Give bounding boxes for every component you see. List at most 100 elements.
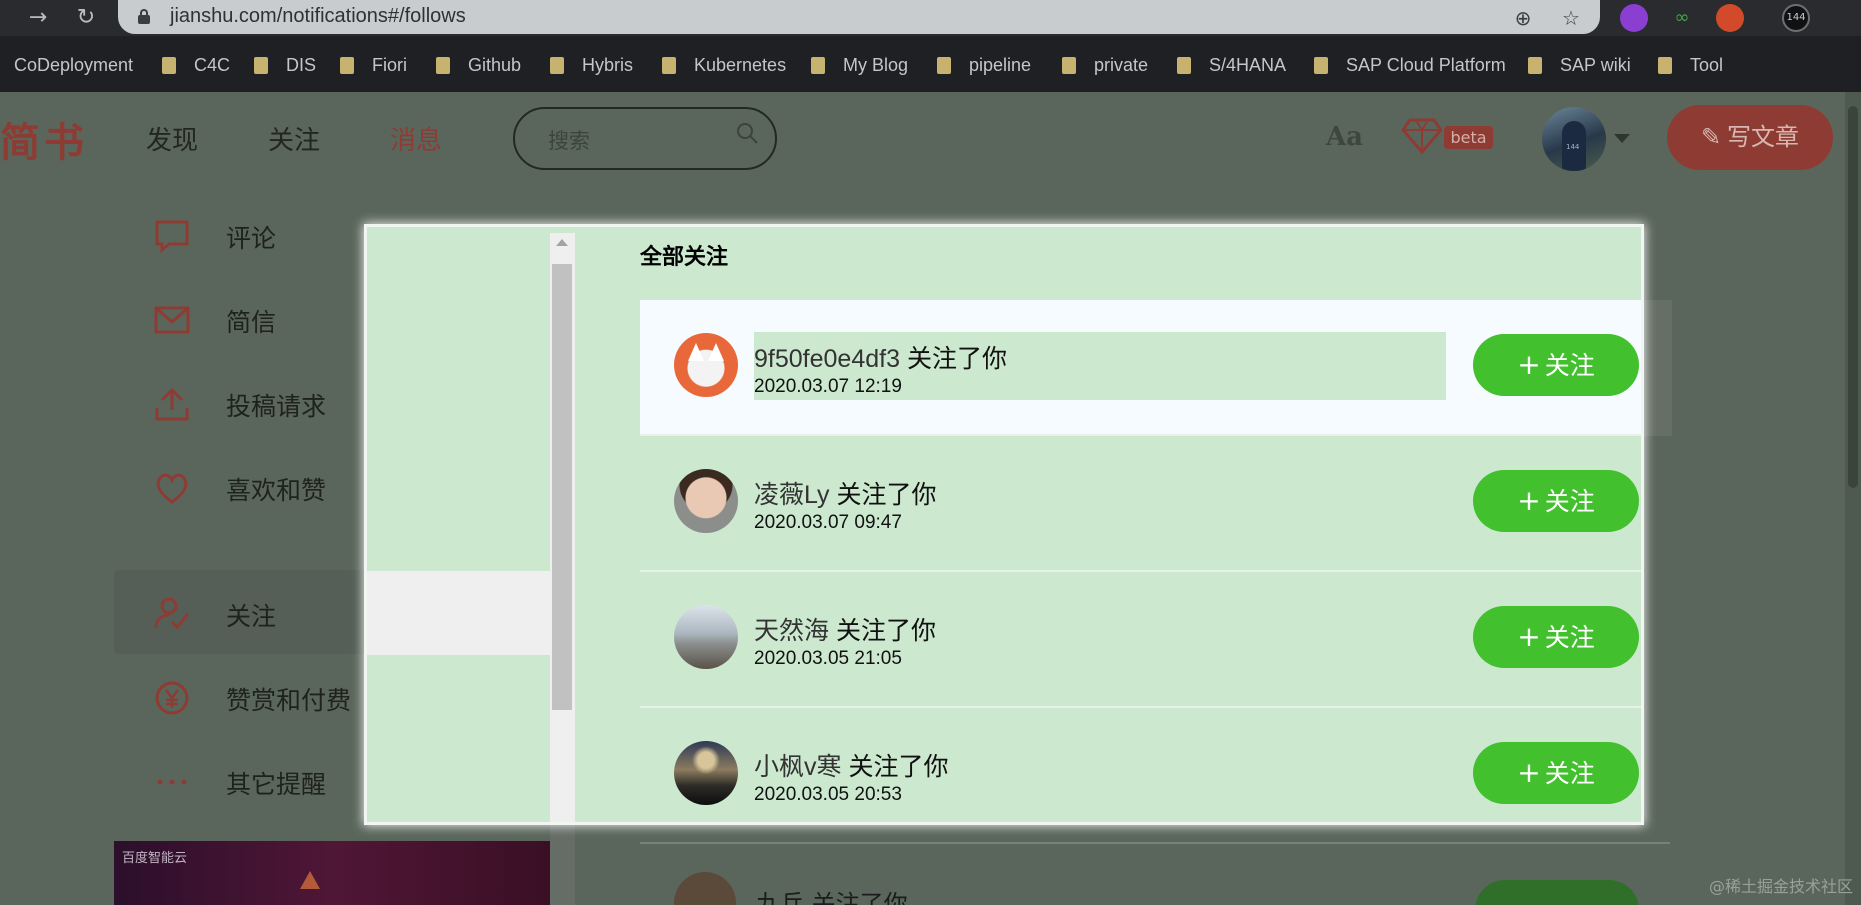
heart-icon [154,470,190,506]
scroll-up-icon[interactable] [556,239,568,246]
list-scrollbar[interactable] [550,233,575,822]
bookmarks-bar: CoDeployment C4C DIS Fiori Github Hybris… [0,36,1861,92]
nav-messages[interactable]: 消息 [390,120,442,157]
avatar[interactable] [674,333,738,397]
timestamp: 2020.03.05 20:53 [754,784,902,805]
url-text[interactable]: jianshu.com/notifications#/follows [170,5,466,28]
follow-button[interactable]: + 关注 [1473,470,1639,532]
nav-follow[interactable]: 关注 [268,120,320,157]
zoom-icon[interactable]: ⊕ [1510,5,1536,31]
reload-icon[interactable]: ↻ [72,4,100,32]
ad-graphic [300,871,320,889]
extension-icon[interactable] [1620,4,1648,32]
bookmark-item[interactable]: Github [436,53,521,77]
timestamp: 2020.03.07 12:19 [754,376,902,397]
bookmark-item[interactable]: S/4HANA [1177,53,1286,77]
folder-icon [1528,56,1542,74]
more-icon [154,764,190,800]
folder-icon [254,56,268,74]
folder-icon [436,56,450,74]
ad-banner[interactable]: 百度智能云 [114,841,550,905]
user-avatar[interactable]: 144 [1542,107,1606,171]
chevron-down-icon[interactable] [1614,134,1630,143]
user-link[interactable]: 天然海 [754,617,829,645]
bookmark-item[interactable]: private [1062,53,1148,77]
hover-shadow [1640,300,1672,436]
follow-button[interactable] [1475,880,1639,905]
folder-icon [1658,56,1672,74]
list-item[interactable]: 9f50fe0e4df3 关注了你 2020.03.07 12:19 + 关注 [640,300,1641,436]
folder-icon [550,56,564,74]
yen-icon [154,680,190,716]
forward-icon[interactable]: → [24,4,52,32]
profile-avatar-icon[interactable]: 144 [1782,4,1810,32]
address-bar[interactable]: jianshu.com/notifications#/follows ⊕ ☆ [118,0,1600,34]
section-title: 全部关注 [640,245,729,270]
search-placeholder: 搜索 [548,129,590,153]
user-link[interactable]: 9f50fe0e4df3 [754,345,900,373]
beta-badge[interactable]: beta [1444,126,1493,149]
bookmark-item[interactable]: DIS [254,53,316,77]
write-article-button[interactable]: ✎ 写文章 [1667,105,1833,170]
folder-icon [662,56,676,74]
nav-discover[interactable]: 发现 [146,120,198,157]
upload-icon [154,386,190,422]
list-item[interactable]: 小枫v寒 关注了你 2020.03.05 20:53 + 关注 [640,708,1641,822]
plus-icon: + [1517,756,1541,789]
notification-text: 9f50fe0e4df3 关注了你 2020.03.07 12:19 [754,332,1446,400]
avatar[interactable] [674,741,738,805]
plus-icon: + [1517,484,1541,517]
bookmark-item[interactable]: SAP wiki [1528,53,1631,77]
browser-toolbar: → ↻ jianshu.com/notifications#/follows ⊕… [0,0,1861,36]
font-settings-icon[interactable]: Aa [1326,122,1363,152]
feather-pen-icon: ✎ [1700,123,1722,151]
folder-icon [937,56,951,74]
search-icon[interactable] [735,121,759,145]
search-input[interactable]: 搜索 [513,107,777,170]
folder-icon [340,56,354,74]
inspector-highlight: 全部关注 9f50fe0e4df3 关注了你 2020.03.07 12:19 … [367,227,1641,822]
ad-brand: 百度智能云 [122,851,188,866]
bookmark-item[interactable]: CoDeployment [14,53,133,77]
plus-icon: + [1517,620,1541,653]
page-scrollbar[interactable] [1845,92,1861,905]
bookmark-item[interactable]: Hybris [550,53,633,77]
notification-text: 天然海 关注了你 2020.03.05 21:05 [754,617,936,669]
follow-button[interactable]: + 关注 [1473,334,1639,396]
list-item[interactable]: 凌薇Ly 关注了你 2020.03.07 09:47 + 关注 [640,436,1641,572]
follow-button[interactable]: + 关注 [1473,606,1639,668]
lock-icon [138,9,150,24]
comment-icon [154,218,190,254]
folder-icon [162,56,176,74]
user-link[interactable]: 凌薇Ly [754,481,829,509]
bookmark-item[interactable]: Kubernetes [662,53,786,77]
bookmark-item[interactable]: SAP Cloud Platform [1314,53,1506,77]
infinity-extension-icon[interactable] [1716,4,1744,32]
follow-button[interactable]: + 关注 [1473,742,1639,804]
avatar[interactable] [674,872,736,905]
user-link[interactable]: 小枫v寒 [754,753,842,781]
bookmark-item[interactable]: pipeline [937,53,1031,77]
folder-icon [1314,56,1328,74]
sidebar-active-highlight [367,571,550,655]
bookmark-star-icon[interactable]: ☆ [1558,5,1584,31]
bookmark-item[interactable]: Fiori [340,53,407,77]
folder-icon [1177,56,1191,74]
bookmark-item[interactable]: Tool [1658,53,1723,77]
plus-icon: + [1517,348,1541,381]
site-logo[interactable]: 简书 [0,110,88,168]
glasses-extension-icon[interactable]: ∞ [1668,4,1696,32]
bookmark-item[interactable]: My Blog [811,53,908,77]
watermark: @稀土掘金技术社区 [1708,877,1853,896]
scroll-thumb[interactable] [552,264,572,710]
bookmark-item[interactable]: C4C [162,53,230,77]
folder-icon [811,56,825,74]
list-item[interactable]: 九兵 关注了你 [640,842,1670,905]
diamond-icon[interactable] [1402,118,1442,154]
mail-icon [154,302,190,338]
folder-icon [1062,56,1076,74]
list-item[interactable]: 天然海 关注了你 2020.03.05 21:05 + 关注 [640,572,1641,708]
notification-text: 小枫v寒 关注了你 2020.03.05 20:53 [754,753,949,805]
avatar[interactable] [674,605,738,669]
avatar[interactable] [674,469,738,533]
